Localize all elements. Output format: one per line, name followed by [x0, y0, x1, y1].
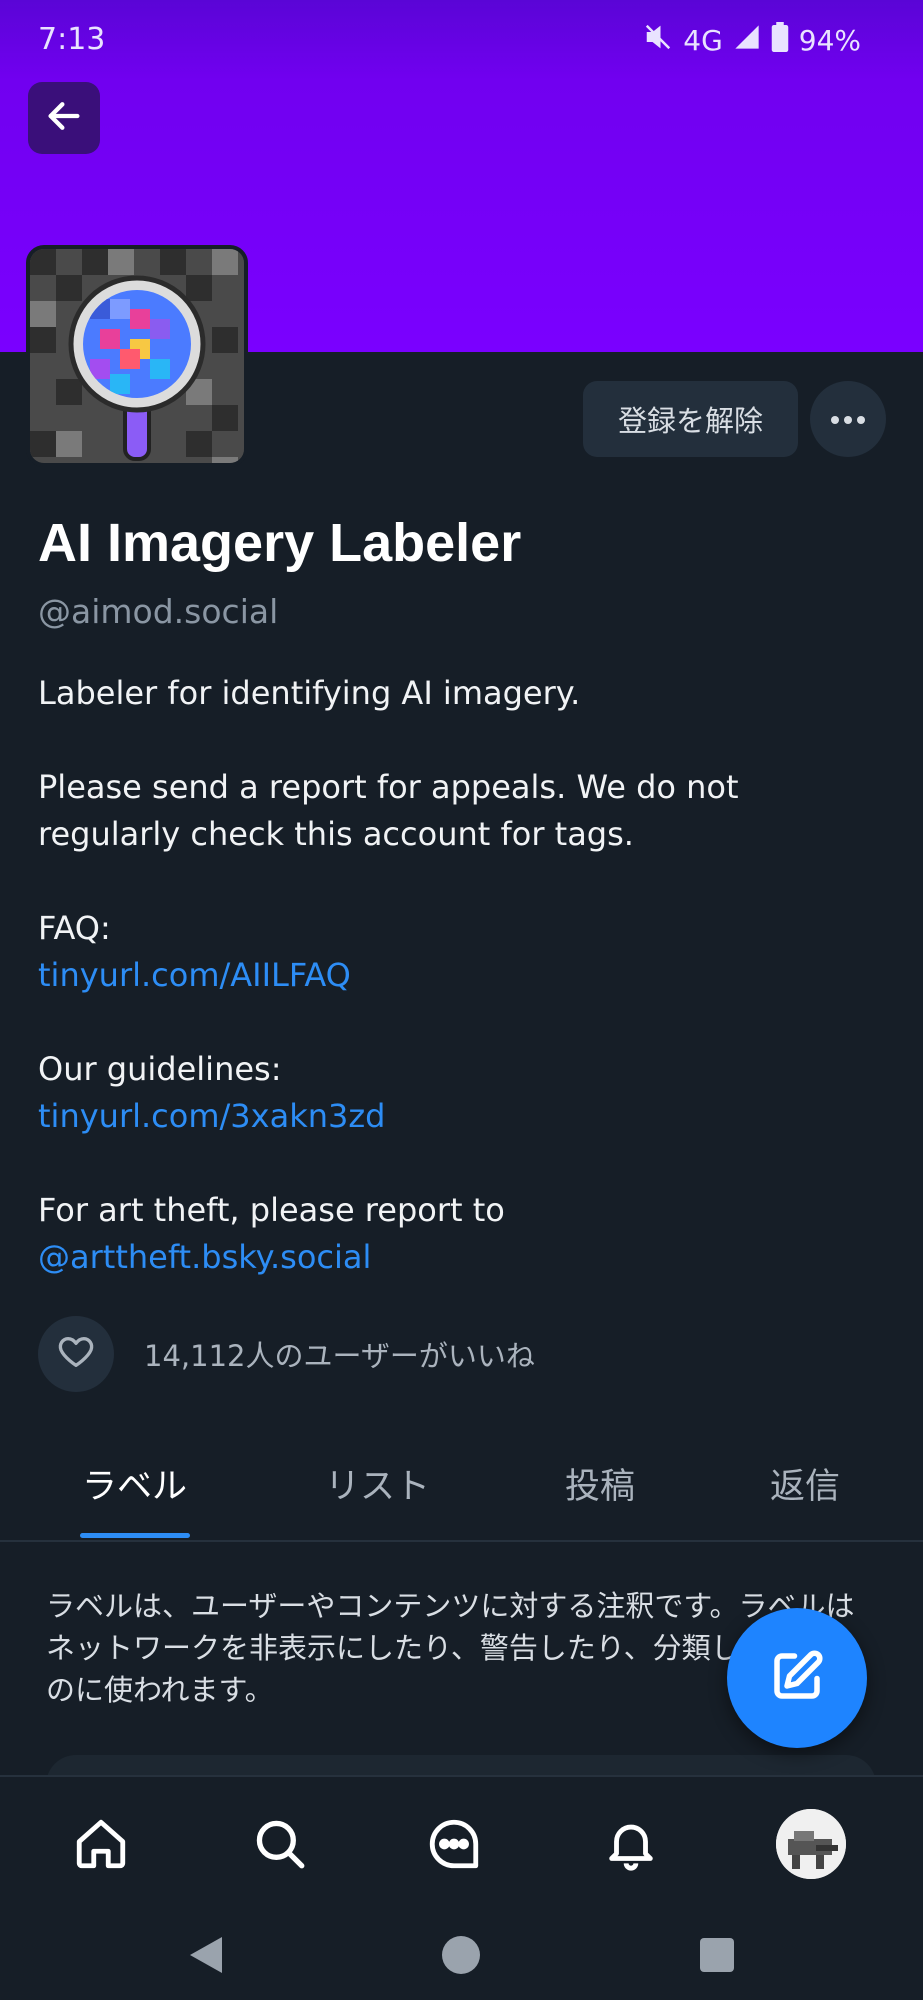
handle: @aimod.social — [38, 592, 279, 631]
status-bar: 7:13 4G 94% — [0, 0, 923, 80]
labeler-avatar — [26, 245, 248, 467]
battery-icon — [771, 22, 789, 59]
compose-button[interactable] — [727, 1608, 867, 1748]
heart-icon — [56, 1332, 96, 1376]
display-name: AI Imagery Labeler — [38, 513, 522, 573]
guidelines-label: Our guidelines: — [38, 1050, 282, 1088]
nav-home-icon[interactable] — [441, 1935, 481, 1979]
home-icon[interactable] — [66, 1809, 136, 1879]
like-count-text: 14,112人のユーザーがいいね — [144, 1339, 535, 1373]
compose-icon — [767, 1646, 827, 1710]
profile-avatar[interactable] — [776, 1809, 846, 1879]
faq-link[interactable]: tinyurl.com/AIILFAQ — [38, 956, 351, 994]
status-time: 7:13 — [38, 22, 106, 57]
arrow-left-icon — [44, 96, 84, 140]
bio-line: Please send a report for appeals. We do … — [38, 768, 739, 853]
guidelines-link[interactable]: tinyurl.com/3xakn3zd — [38, 1097, 385, 1135]
tab-labels[interactable]: ラベル — [82, 1458, 187, 1509]
tab-lists[interactable]: リスト — [325, 1458, 430, 1509]
tab-active-indicator — [80, 1533, 190, 1538]
mute-icon — [643, 22, 673, 59]
status-icons: 4G 94% — [643, 22, 861, 59]
tab-replies[interactable]: 返信 — [770, 1458, 840, 1509]
signal-icon — [733, 23, 761, 58]
chat-icon[interactable] — [419, 1809, 489, 1879]
bottom-nav — [0, 1775, 923, 1907]
search-icon[interactable] — [245, 1809, 315, 1879]
like-button[interactable] — [38, 1316, 114, 1392]
like-row: 14,112人のユーザーがいいね — [38, 1316, 535, 1392]
nav-back-icon[interactable] — [188, 1935, 224, 1979]
art-theft-mention-link[interactable]: @arttheft.bsky.social — [38, 1238, 371, 1276]
back-button[interactable] — [28, 82, 100, 154]
bell-icon[interactable] — [596, 1809, 666, 1879]
unsubscribe-button[interactable]: 登録を解除 — [583, 381, 798, 457]
battery-level: 94% — [798, 24, 861, 57]
ellipsis-icon — [830, 410, 866, 429]
bio-line: Labeler for identifying AI imagery. — [38, 674, 581, 712]
art-theft-text: For art theft, please report to — [38, 1191, 505, 1229]
tab-posts[interactable]: 投稿 — [565, 1458, 635, 1509]
profile-tabs: ラベル リスト 投稿 返信 — [0, 1430, 923, 1542]
network-type: 4G — [683, 24, 723, 57]
profile-bio: Labeler for identifying AI imagery. Plea… — [38, 670, 888, 1281]
system-navigation-bar — [0, 1905, 923, 2000]
more-options-button[interactable] — [810, 381, 886, 457]
nav-recents-icon[interactable] — [699, 1937, 735, 1977]
faq-label: FAQ: — [38, 909, 111, 947]
